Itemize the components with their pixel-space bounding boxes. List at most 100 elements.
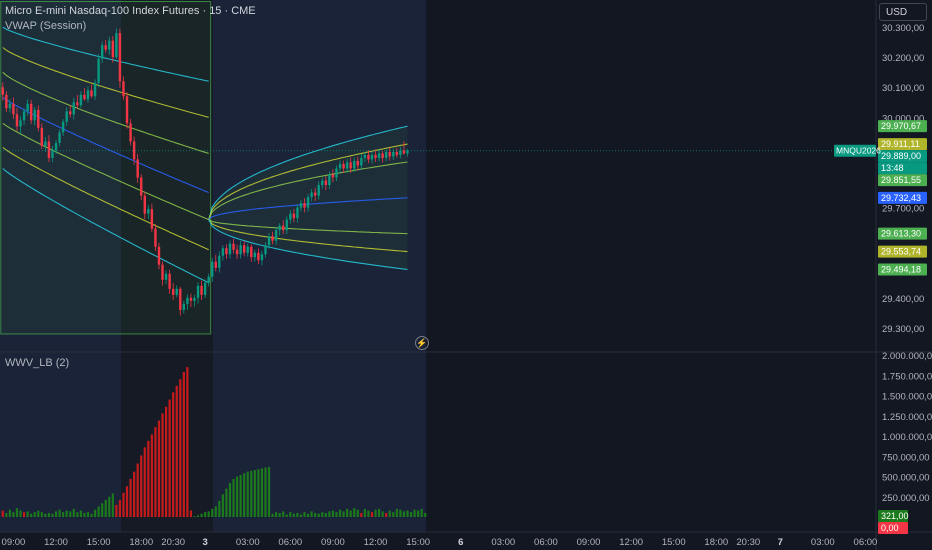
volume-tick-label: 750.000,00 bbox=[882, 452, 930, 463]
volume-tick-label: 1.750.000,00 bbox=[882, 371, 932, 382]
volume-bar bbox=[289, 512, 292, 517]
time-tick-label: 12:00 bbox=[364, 537, 388, 548]
candle-body bbox=[349, 162, 352, 169]
volume-tick-label: 1.000.000,00 bbox=[882, 432, 932, 443]
candle-body bbox=[370, 154, 374, 160]
candle-body bbox=[15, 114, 19, 127]
volume-bar bbox=[243, 473, 246, 517]
volume-bar bbox=[65, 510, 68, 517]
volume-bar bbox=[282, 511, 285, 517]
time-tick-label: 15:00 bbox=[662, 537, 686, 548]
volume-bar bbox=[22, 512, 26, 517]
future-area bbox=[426, 0, 876, 532]
volume-bar bbox=[296, 512, 299, 517]
indicator-legend-volume[interactable]: WWV_LB (2) bbox=[5, 357, 69, 369]
price-badge-label: 29.911,11 bbox=[881, 139, 920, 149]
candle-body bbox=[108, 40, 111, 50]
volume-bar bbox=[207, 511, 210, 517]
candle-body bbox=[47, 141, 51, 158]
candle-body bbox=[356, 160, 359, 166]
volume-bar bbox=[331, 510, 335, 517]
volume-bar bbox=[328, 511, 331, 517]
price-tick-label: 30.300,00 bbox=[882, 23, 924, 34]
volume-bar bbox=[221, 494, 224, 517]
volume-bar bbox=[58, 509, 61, 517]
symbol-title[interactable]: Micro E-mini Nasdaq-100 Index Futures · … bbox=[5, 5, 256, 17]
candle-body bbox=[381, 153, 384, 158]
candle-body bbox=[154, 228, 157, 247]
volume-bar bbox=[260, 468, 264, 517]
volume-bar bbox=[72, 508, 75, 517]
candle-body bbox=[164, 273, 168, 280]
volume-bar bbox=[409, 512, 413, 517]
candle-body bbox=[232, 243, 235, 250]
candle-body bbox=[310, 192, 313, 198]
volume-tick-label: 500.000,00 bbox=[882, 473, 930, 484]
volume-bar bbox=[335, 512, 338, 517]
volume-bar bbox=[97, 506, 100, 517]
candle-body bbox=[345, 162, 349, 169]
volume-bar bbox=[275, 512, 278, 517]
candle-body bbox=[292, 213, 296, 219]
chart-window: 30.300,00 30.200,00 30.100,00 30.000,00 29.7… bbox=[0, 0, 932, 550]
candle-body bbox=[8, 103, 12, 109]
time-tick-label: 15:00 bbox=[87, 537, 111, 548]
volume-bar bbox=[338, 509, 342, 517]
candle-body bbox=[150, 209, 154, 229]
time-tick-label: 03:00 bbox=[811, 537, 835, 548]
volume-bar bbox=[143, 447, 146, 517]
price-badge-label: 29.851,55 bbox=[881, 175, 921, 185]
volume-bar bbox=[346, 508, 349, 517]
volume-bar bbox=[278, 512, 281, 517]
price-badge-label: 29.889,00 bbox=[881, 151, 921, 161]
volume-bar bbox=[157, 420, 161, 517]
time-tick-label: 6 bbox=[458, 537, 463, 548]
volume-bar bbox=[133, 471, 136, 517]
candle-body bbox=[221, 248, 225, 256]
candle-body bbox=[54, 142, 58, 151]
volume-bar bbox=[193, 516, 196, 518]
volume-bar bbox=[5, 512, 8, 517]
volume-bar bbox=[101, 503, 104, 517]
time-tick-label: 06:00 bbox=[278, 537, 302, 548]
lightning-icon[interactable]: ⚡ bbox=[415, 336, 429, 350]
volume-bar bbox=[26, 511, 29, 517]
volume-bar bbox=[292, 513, 295, 517]
candle-body bbox=[44, 141, 47, 146]
candle-body bbox=[246, 246, 249, 253]
currency-button[interactable]: USD bbox=[879, 3, 927, 21]
time-tick-label: 18:00 bbox=[704, 537, 728, 548]
candle-body bbox=[179, 288, 182, 310]
candle-body bbox=[271, 236, 274, 241]
candle-body bbox=[203, 282, 207, 295]
candle-body bbox=[72, 102, 75, 115]
indicator-legend-vwap[interactable]: VWAP (Session) bbox=[5, 20, 86, 32]
volume-bar bbox=[267, 466, 271, 517]
price-tick-label: 30.200,00 bbox=[882, 53, 924, 64]
volume-bar bbox=[417, 510, 420, 517]
volume-bar bbox=[342, 511, 345, 517]
volume-bar bbox=[424, 512, 427, 517]
candle-body bbox=[235, 249, 239, 255]
candle-body bbox=[122, 81, 125, 97]
volume-tick-label: 250.000,00 bbox=[882, 493, 930, 504]
volume-bar bbox=[324, 512, 327, 517]
price-chart[interactable]: 30.300,0030.200,0030.100,0030.000,0029.7… bbox=[0, 0, 932, 550]
volume-bar bbox=[392, 512, 395, 517]
candle-body bbox=[118, 33, 122, 82]
candle-body bbox=[200, 285, 203, 295]
volume-bar bbox=[189, 510, 193, 517]
time-tick-label: 12:00 bbox=[619, 537, 643, 548]
candle-body bbox=[51, 150, 54, 158]
price-tick-label: 29.400,00 bbox=[882, 294, 924, 305]
candle-body bbox=[136, 159, 139, 178]
candle-body bbox=[274, 230, 278, 241]
volume-bar bbox=[8, 509, 11, 517]
candle-body bbox=[374, 154, 377, 158]
candle-body bbox=[61, 121, 65, 133]
candle-body bbox=[239, 245, 242, 255]
volume-bar bbox=[399, 509, 402, 517]
volume-bar bbox=[413, 509, 416, 517]
candle-body bbox=[363, 154, 367, 158]
volume-bar bbox=[402, 511, 406, 517]
